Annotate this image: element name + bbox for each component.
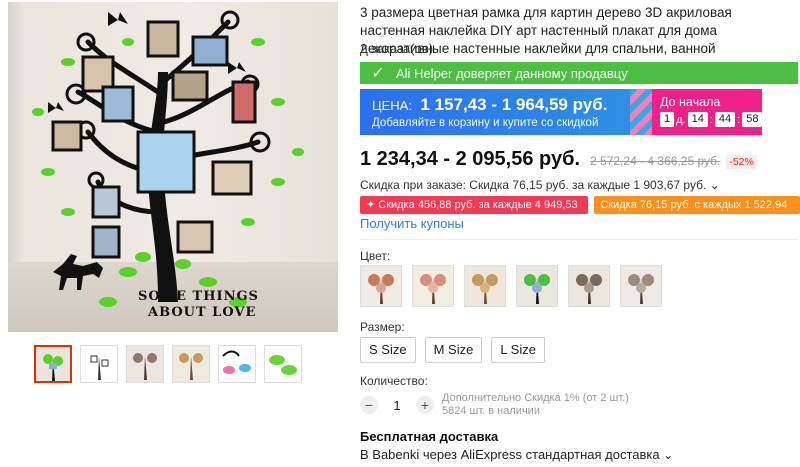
color-options bbox=[360, 265, 662, 307]
ali-helper-trust-bar: ✓ Ali Helper доверяет данному продавцу bbox=[360, 62, 798, 84]
quantity-value[interactable]: 1 bbox=[386, 398, 408, 413]
shipping-title: Бесплатная доставка bbox=[360, 429, 499, 444]
size-option-s[interactable]: S Size bbox=[360, 337, 416, 363]
coupon-2[interactable]: Скидка 76,15 руб. с каждых 1 522,94 руб. bbox=[594, 196, 800, 229]
color-option-1[interactable] bbox=[360, 265, 402, 307]
decrease-quantity-button[interactable]: − bbox=[360, 396, 378, 414]
promo-subtitle: Добавляйте в корзину и купите со скидкой bbox=[372, 117, 599, 129]
thumbnail-4[interactable] bbox=[172, 345, 210, 383]
coupon-2-text: Скидка 76,15 руб. с каждых 1 522,94 руб. bbox=[600, 199, 788, 229]
thumbnail-1[interactable] bbox=[34, 345, 72, 383]
wall-text-line-1: SOME THINGS bbox=[138, 289, 259, 304]
old-price: 2 572,24 - 4 366,25 руб. bbox=[590, 154, 721, 168]
promo-price-range: 1 157,43 - 1 964,59 руб. bbox=[420, 95, 608, 114]
color-label: Цвет: bbox=[360, 249, 391, 263]
promo-divider-stripes bbox=[630, 89, 652, 135]
thumbnail-2[interactable] bbox=[80, 345, 118, 383]
promo-countdown: До начала 1 д. 14 : 44 : 58 bbox=[652, 89, 763, 135]
countdown-days: 1 bbox=[660, 112, 675, 127]
orders-count: 2 заказа(ов) bbox=[360, 41, 434, 56]
get-coupons-link[interactable]: Получить купоны bbox=[360, 216, 464, 231]
countdown-label: До начала bbox=[660, 95, 721, 109]
chevron-down-icon: ⌄ bbox=[663, 448, 674, 462]
thumbnail-3[interactable] bbox=[126, 345, 164, 383]
stock-text: 5824 шт. в наличии bbox=[442, 405, 540, 417]
increase-quantity-button[interactable]: + bbox=[416, 396, 434, 414]
quantity-label: Количество: bbox=[360, 374, 428, 388]
color-option-6[interactable] bbox=[620, 265, 662, 307]
divider bbox=[360, 239, 798, 240]
wall-text-line-2: ABOUT LOVE bbox=[148, 305, 257, 320]
discount-badge: -52% bbox=[726, 155, 757, 169]
size-option-m[interactable]: M Size bbox=[424, 337, 483, 363]
countdown-minutes: 44 bbox=[714, 112, 736, 127]
chevron-down-icon: ⌄ bbox=[709, 178, 720, 192]
order-discount-info[interactable]: Скидка при заказе: Скидка 76,15 руб. за … bbox=[360, 178, 720, 192]
extra-discount-text: Дополнительно Скидка 1% (от 2 шт.) bbox=[442, 392, 629, 404]
thumbnail-strip bbox=[34, 345, 302, 383]
thumbnail-6[interactable] bbox=[264, 345, 302, 383]
color-option-5[interactable] bbox=[568, 265, 610, 307]
price-row: 1 234,34 - 2 095,56 руб. 2 572,24 - 4 36… bbox=[360, 148, 757, 171]
order-discount-text: Скидка при заказе: Скидка 76,15 руб. за … bbox=[360, 178, 707, 192]
shipping-method-selector[interactable]: В Babenki через AliExpress стандартная д… bbox=[360, 447, 673, 462]
size-label: Размер: bbox=[360, 320, 405, 334]
promo-price-block: ЦЕНА: 1 157,43 - 1 964,59 руб. Добавляйт… bbox=[360, 89, 630, 135]
quantity-info: Дополнительно Скидка 1% (от 2 шт.) 5824 … bbox=[442, 392, 629, 418]
helper-text: Ali Helper доверяет данному продавцу bbox=[396, 65, 628, 81]
promo-price-label: ЦЕНА: bbox=[372, 98, 412, 113]
coupon-list: ✦ Скидка 456,88 руб. за каждые 4 949,53 … bbox=[360, 196, 800, 229]
shipping-method-text: В Babenki через AliExpress стандартная д… bbox=[360, 447, 660, 462]
color-option-2[interactable] bbox=[412, 265, 454, 307]
size-option-l[interactable]: L Size bbox=[491, 337, 545, 363]
quantity-stepper: − 1 + Дополнительно Скидка 1% (от 2 шт.)… bbox=[360, 392, 629, 418]
size-options: S Size M Size L Size bbox=[360, 337, 545, 363]
check-icon: ✓ bbox=[371, 65, 385, 82]
countdown-seconds: 58 bbox=[742, 112, 763, 127]
sparkle-icon: ✦ bbox=[366, 199, 376, 211]
thumbnail-5[interactable] bbox=[218, 345, 256, 383]
color-option-3[interactable] bbox=[464, 265, 506, 307]
main-product-image[interactable]: SOME THINGS ABOUT LOVE bbox=[8, 2, 338, 332]
current-price: 1 234,34 - 2 095,56 руб. bbox=[360, 148, 581, 170]
coupon-1[interactable]: ✦ Скидка 456,88 руб. за каждые 4 949,53 … bbox=[360, 196, 589, 229]
countdown-days-unit: д. bbox=[676, 113, 686, 126]
promo-banner[interactable]: ЦЕНА: 1 157,43 - 1 964,59 руб. Добавляйт… bbox=[360, 89, 763, 135]
countdown-timer: 1 д. 14 : 44 : 58 bbox=[660, 112, 763, 127]
tree-wall-sticker-illustration bbox=[32, 10, 304, 307]
countdown-hours: 14 bbox=[687, 112, 708, 127]
color-option-4[interactable] bbox=[516, 265, 558, 307]
